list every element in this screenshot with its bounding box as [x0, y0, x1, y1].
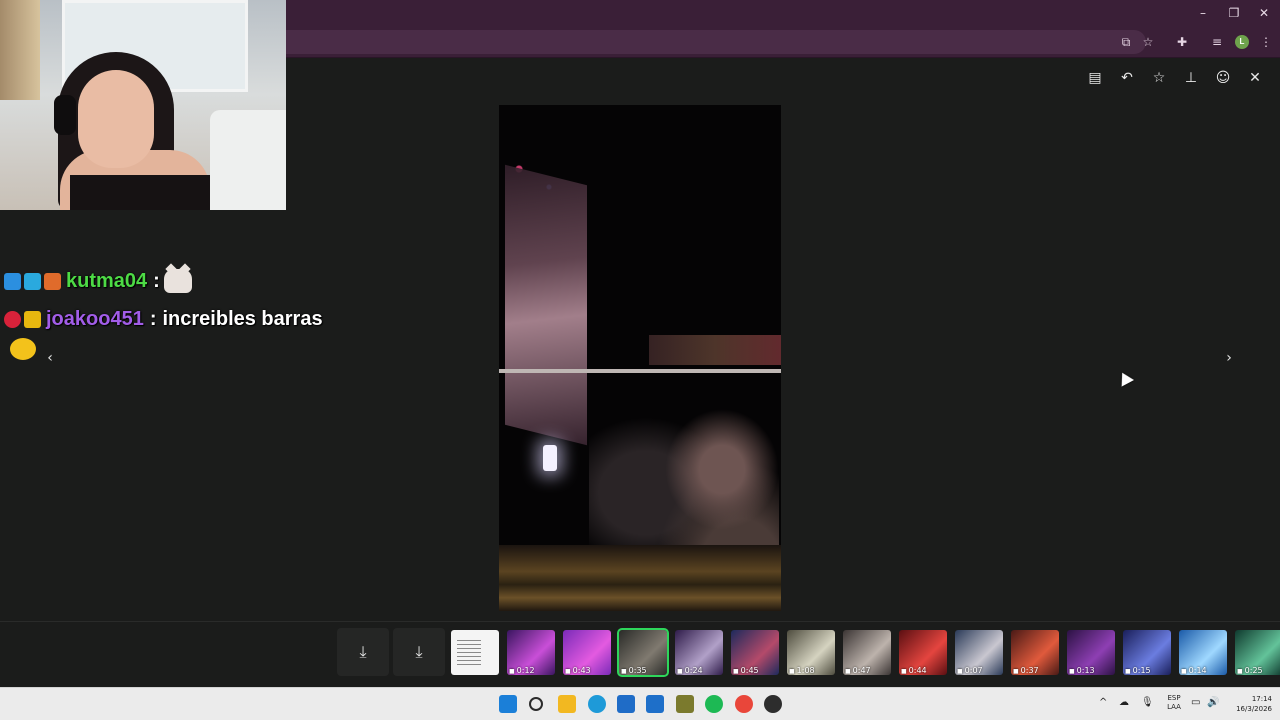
chat-message: kutma04 :	[4, 268, 192, 294]
pin-icon[interactable]: ⊥	[1181, 68, 1201, 88]
address-bar[interactable]	[286, 30, 1146, 54]
media-controls-icon[interactable]: ≡	[1209, 34, 1225, 50]
video-thumbnail[interactable]: 0:07	[955, 630, 1003, 675]
chrome-icon[interactable]	[735, 695, 753, 713]
tray-chevron-icon[interactable]: ^	[1099, 697, 1107, 708]
webcam-overlay	[0, 0, 286, 210]
obs-icon[interactable]	[764, 695, 782, 713]
video-thumbnail[interactable]: 0:44	[899, 630, 947, 675]
desktop: – ❐ ✕ ⧉ ☆ ✚ ≡ L ⋮ ▤ ↶ ☆ ⊥ ☺ ✕ ‹ › kutma0…	[0, 0, 1280, 720]
install-app-icon[interactable]: ⧉	[1118, 34, 1134, 50]
video-duration: 0:44	[901, 666, 927, 675]
video-thumbnail[interactable]: 0:47	[843, 630, 891, 675]
star-icon[interactable]: ☆	[1149, 68, 1169, 88]
stage-screen	[505, 164, 587, 446]
clock-time: 17:14	[1251, 695, 1272, 703]
video-duration: 0:14	[1181, 666, 1207, 675]
spotify-icon[interactable]	[705, 695, 723, 713]
language-line: LAA	[1167, 703, 1181, 711]
video-thumbnail[interactable]: 0:25	[1235, 630, 1280, 675]
file-explorer-icon[interactable]	[558, 695, 576, 713]
video-thumbnail[interactable]: 0:15	[1123, 630, 1171, 675]
video-duration: 0:25	[1237, 666, 1263, 675]
crown-badge-icon	[24, 310, 41, 328]
video-thumbnail[interactable]: 1:08	[787, 630, 835, 675]
video-duration: 0:07	[957, 666, 983, 675]
edge-icon[interactable]	[588, 695, 606, 713]
close-window-button[interactable]: ✕	[1249, 3, 1279, 23]
outlook-icon[interactable]	[646, 695, 664, 713]
close-viewer-icon[interactable]: ✕	[1245, 68, 1265, 88]
video-duration: 0:24	[677, 666, 703, 675]
video-thumbnail[interactable]: 0:35	[617, 628, 669, 677]
couch	[210, 110, 286, 210]
video-thumbnail[interactable]: 0:14	[1179, 630, 1227, 675]
streamer-face	[78, 70, 154, 168]
headset	[54, 95, 76, 135]
clock[interactable]: 17:14 16/3/2026	[1226, 694, 1272, 714]
badge-icon	[4, 310, 21, 328]
video-thumbnail[interactable]: 0:45	[731, 630, 779, 675]
video-duration: 0:47	[845, 666, 871, 675]
video-duration: 1:08	[789, 666, 815, 675]
extensions-icon[interactable]: ✚	[1174, 34, 1190, 50]
floor	[499, 545, 781, 611]
video-duration: 0:13	[1069, 666, 1095, 675]
chat-username: joakoo451	[46, 307, 144, 330]
chat-message: joakoo451 : increibles barras	[4, 306, 323, 332]
video-duration: 0:37	[1013, 666, 1039, 675]
badge-icon	[44, 272, 61, 290]
restore-button[interactable]: ❐	[1219, 3, 1249, 23]
profile-avatar[interactable]: L	[1235, 35, 1249, 49]
video-duration: 0:15	[1125, 666, 1151, 675]
reply-icon[interactable]: ↶	[1117, 68, 1137, 88]
volume-icon[interactable]: 🔊	[1207, 697, 1219, 708]
video-thumbnail[interactable]: 0:43	[563, 630, 611, 675]
more-menu-icon[interactable]: ⋮	[1258, 34, 1274, 50]
video-duration: 0:12	[509, 666, 535, 675]
streamer-top	[70, 175, 210, 210]
previous-arrow-icon[interactable]: ‹	[40, 348, 60, 368]
video-thumbnail[interactable]: 0:24	[675, 630, 723, 675]
download-button[interactable]: ⤓	[337, 628, 389, 676]
phone-light	[543, 445, 557, 471]
video-duration: 0:35	[621, 666, 647, 675]
badge-icon	[4, 272, 21, 290]
minimize-button[interactable]: –	[1188, 3, 1218, 23]
emoji-reaction-icon[interactable]: ☺	[1213, 68, 1233, 88]
bookmark-star-icon[interactable]: ☆	[1140, 34, 1156, 50]
next-arrow-icon[interactable]: ›	[1219, 348, 1239, 368]
language-indicator[interactable]: ESP LAA	[1164, 694, 1184, 712]
video-thumbnail[interactable]: 0:12	[507, 630, 555, 675]
video-duration: 0:45	[733, 666, 759, 675]
chat-username: kutma04	[66, 269, 148, 292]
store-icon[interactable]	[617, 695, 635, 713]
microphone-icon[interactable]: 🎙	[1141, 697, 1154, 708]
search-icon[interactable]	[529, 697, 543, 711]
onedrive-icon[interactable]: ☁	[1119, 697, 1129, 708]
chat-text: increibles barras	[162, 307, 323, 330]
caption-icon[interactable]: ▤	[1085, 68, 1105, 88]
clock-date: 16/3/2026	[1236, 705, 1272, 713]
badge-icon	[24, 272, 41, 290]
video-thumbnail[interactable]: 0:13	[1067, 630, 1115, 675]
cat-emote-icon	[163, 269, 192, 293]
download-all-button[interactable]: ⤓	[393, 628, 445, 676]
display-icon[interactable]: ▭	[1191, 697, 1200, 708]
shelf	[0, 0, 40, 100]
language-line: ESP	[1167, 694, 1181, 702]
document-thumbnail[interactable]	[451, 630, 499, 675]
twitch-studio-icon[interactable]	[676, 695, 694, 713]
chat-separator: :	[153, 269, 160, 292]
emote-icon	[10, 338, 36, 360]
start-icon[interactable]	[499, 695, 517, 713]
chat-separator: :	[149, 307, 157, 330]
windows-taskbar	[0, 687, 1280, 720]
video-duration: 0:43	[565, 666, 591, 675]
main-video[interactable]	[499, 105, 781, 611]
video-thumbnail[interactable]: 0:37	[1011, 630, 1059, 675]
crowd-lighting	[649, 335, 781, 365]
barrier-rail	[499, 369, 781, 373]
